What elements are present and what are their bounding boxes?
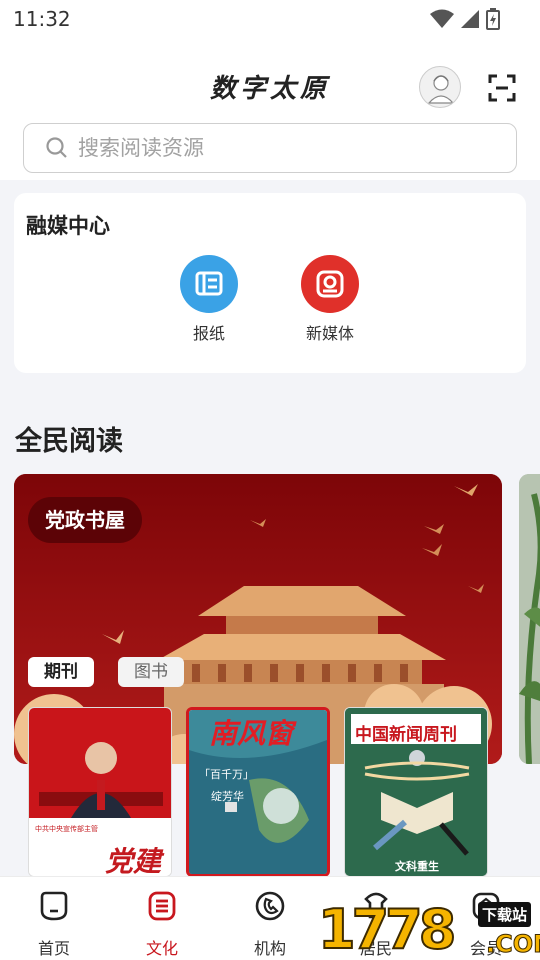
tabbar-label: 文化 — [145, 939, 178, 958]
avatar-icon — [427, 75, 455, 104]
media-center-card: 融媒中心 报纸 新媒体 — [14, 193, 526, 373]
media-item-label: 新媒体 — [305, 324, 354, 343]
watermark-digits: 1778 — [317, 898, 457, 960]
culture-icon — [148, 891, 176, 921]
search-bar[interactable] — [23, 123, 517, 173]
tabbar-item-institution[interactable]: 机构 — [230, 889, 310, 959]
tab-books[interactable]: 图书 — [118, 657, 184, 687]
site-watermark: 1778 下载站 .COM — [317, 898, 540, 960]
banner-tag: 党政书屋 — [28, 497, 142, 543]
cover-nanfengchuang-sub2: 绽芳华 — [211, 790, 244, 803]
media-item-new-media[interactable]: 新媒体 — [285, 255, 375, 344]
cover-nanfengchuang[interactable]: 南风窗 「百千万」 绽芳华 — [186, 707, 330, 877]
institution-icon — [255, 891, 285, 921]
watermark-tag: 下载站 — [478, 902, 532, 927]
cover-dangjian-masthead: 党建 — [105, 845, 162, 877]
search-icon — [46, 137, 67, 158]
wifi-icon — [430, 9, 454, 28]
media-center-title: 融媒中心 — [26, 214, 110, 238]
scan-icon[interactable] — [488, 74, 516, 102]
signal-icon — [461, 10, 479, 28]
status-time: 11:32 — [13, 7, 71, 31]
magazine-covers: 中共中央宣传部主管 党建 南风窗 「百千万」 绽芳华 中国新闻周刊 文科重生 — [28, 707, 540, 877]
media-item-label: 报纸 — [192, 324, 225, 343]
status-bar: 11:32 — [0, 0, 540, 38]
tabbar-item-home[interactable]: 首页 — [14, 889, 94, 959]
cover-china-newsweek[interactable]: 中国新闻周刊 文科重生 — [344, 707, 488, 877]
cover-nanfengchuang-masthead: 南风窗 — [209, 717, 294, 750]
header: 数字太原 — [0, 38, 540, 180]
status-icons — [430, 8, 500, 30]
section-title-reading: 全民阅读 — [15, 426, 123, 457]
media-item-newspaper[interactable]: 报纸 — [164, 255, 254, 344]
cover-china-newsweek-masthead: 中国新闻周刊 — [355, 725, 457, 745]
newspaper-icon — [180, 255, 238, 313]
avatar[interactable] — [419, 66, 461, 108]
search-input[interactable] — [78, 124, 498, 172]
tabbar-item-culture[interactable]: 文化 — [122, 889, 202, 959]
cover-nanfengchuang-sub1: 「百千万」 — [199, 768, 254, 781]
tabbar-label: 首页 — [37, 939, 70, 958]
tab-journals[interactable]: 期刊 — [28, 657, 94, 687]
cover-china-newsweek-sub: 文科重生 — [395, 860, 439, 873]
cover-dangjian-small: 中共中央宣传部主管 — [35, 825, 98, 833]
reading-tabs: 期刊 图书 — [28, 657, 184, 687]
home-icon — [40, 891, 68, 921]
cover-dangjian[interactable]: 中共中央宣传部主管 党建 — [28, 707, 172, 877]
watermark-domain: .COM — [485, 930, 540, 959]
battery-icon — [486, 8, 500, 30]
tabbar-label: 机构 — [253, 939, 286, 958]
new-media-icon — [301, 255, 359, 313]
